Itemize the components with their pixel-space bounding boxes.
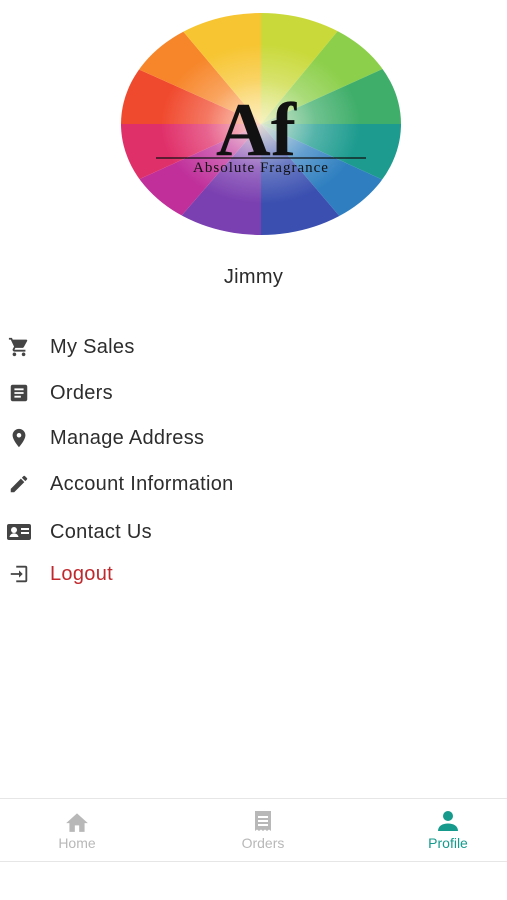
cart-icon [6,334,32,360]
menu-item-manage-address[interactable]: Manage Address [0,420,340,456]
nav-tab-label: Profile [428,835,468,851]
nav-tab-label: Orders [241,835,285,851]
menu-item-label: Manage Address [50,426,205,449]
list-icon [6,380,32,406]
logo-wordmark: Absolute Fragrance [193,160,329,176]
nav-tab-orders[interactable]: Orders [203,799,323,861]
nav-tab-label: Home [58,835,96,851]
nav-tab-profile[interactable]: Profile [388,799,507,861]
menu-item-label: Account Information [50,472,234,495]
menu-item-label: Orders [50,381,113,404]
menu-item-label: Logout [50,562,113,585]
logout-icon [6,561,32,587]
menu-item-label: Contact Us [50,520,152,543]
menu-item-contact-us[interactable]: Contact Us [0,514,340,550]
menu-item-my-sales[interactable]: My Sales [0,329,340,365]
contact-card-icon [6,519,32,545]
person-icon [434,809,462,833]
bottom-navigation: Home Orders Profile [0,798,507,862]
menu-item-orders[interactable]: Orders [0,375,340,411]
receipt-icon [249,809,277,833]
home-icon [63,809,91,833]
menu-item-logout[interactable]: Logout [0,556,340,592]
user-name: Jimmy [223,266,284,288]
menu-item-account-information[interactable]: Account Information [0,466,340,502]
pencil-icon [6,471,32,497]
location-pin-icon [6,425,32,451]
brand-logo: Af Absolute Fragrance [120,12,402,236]
menu-item-label: My Sales [50,335,135,358]
nav-tab-home[interactable]: Home [17,799,137,861]
